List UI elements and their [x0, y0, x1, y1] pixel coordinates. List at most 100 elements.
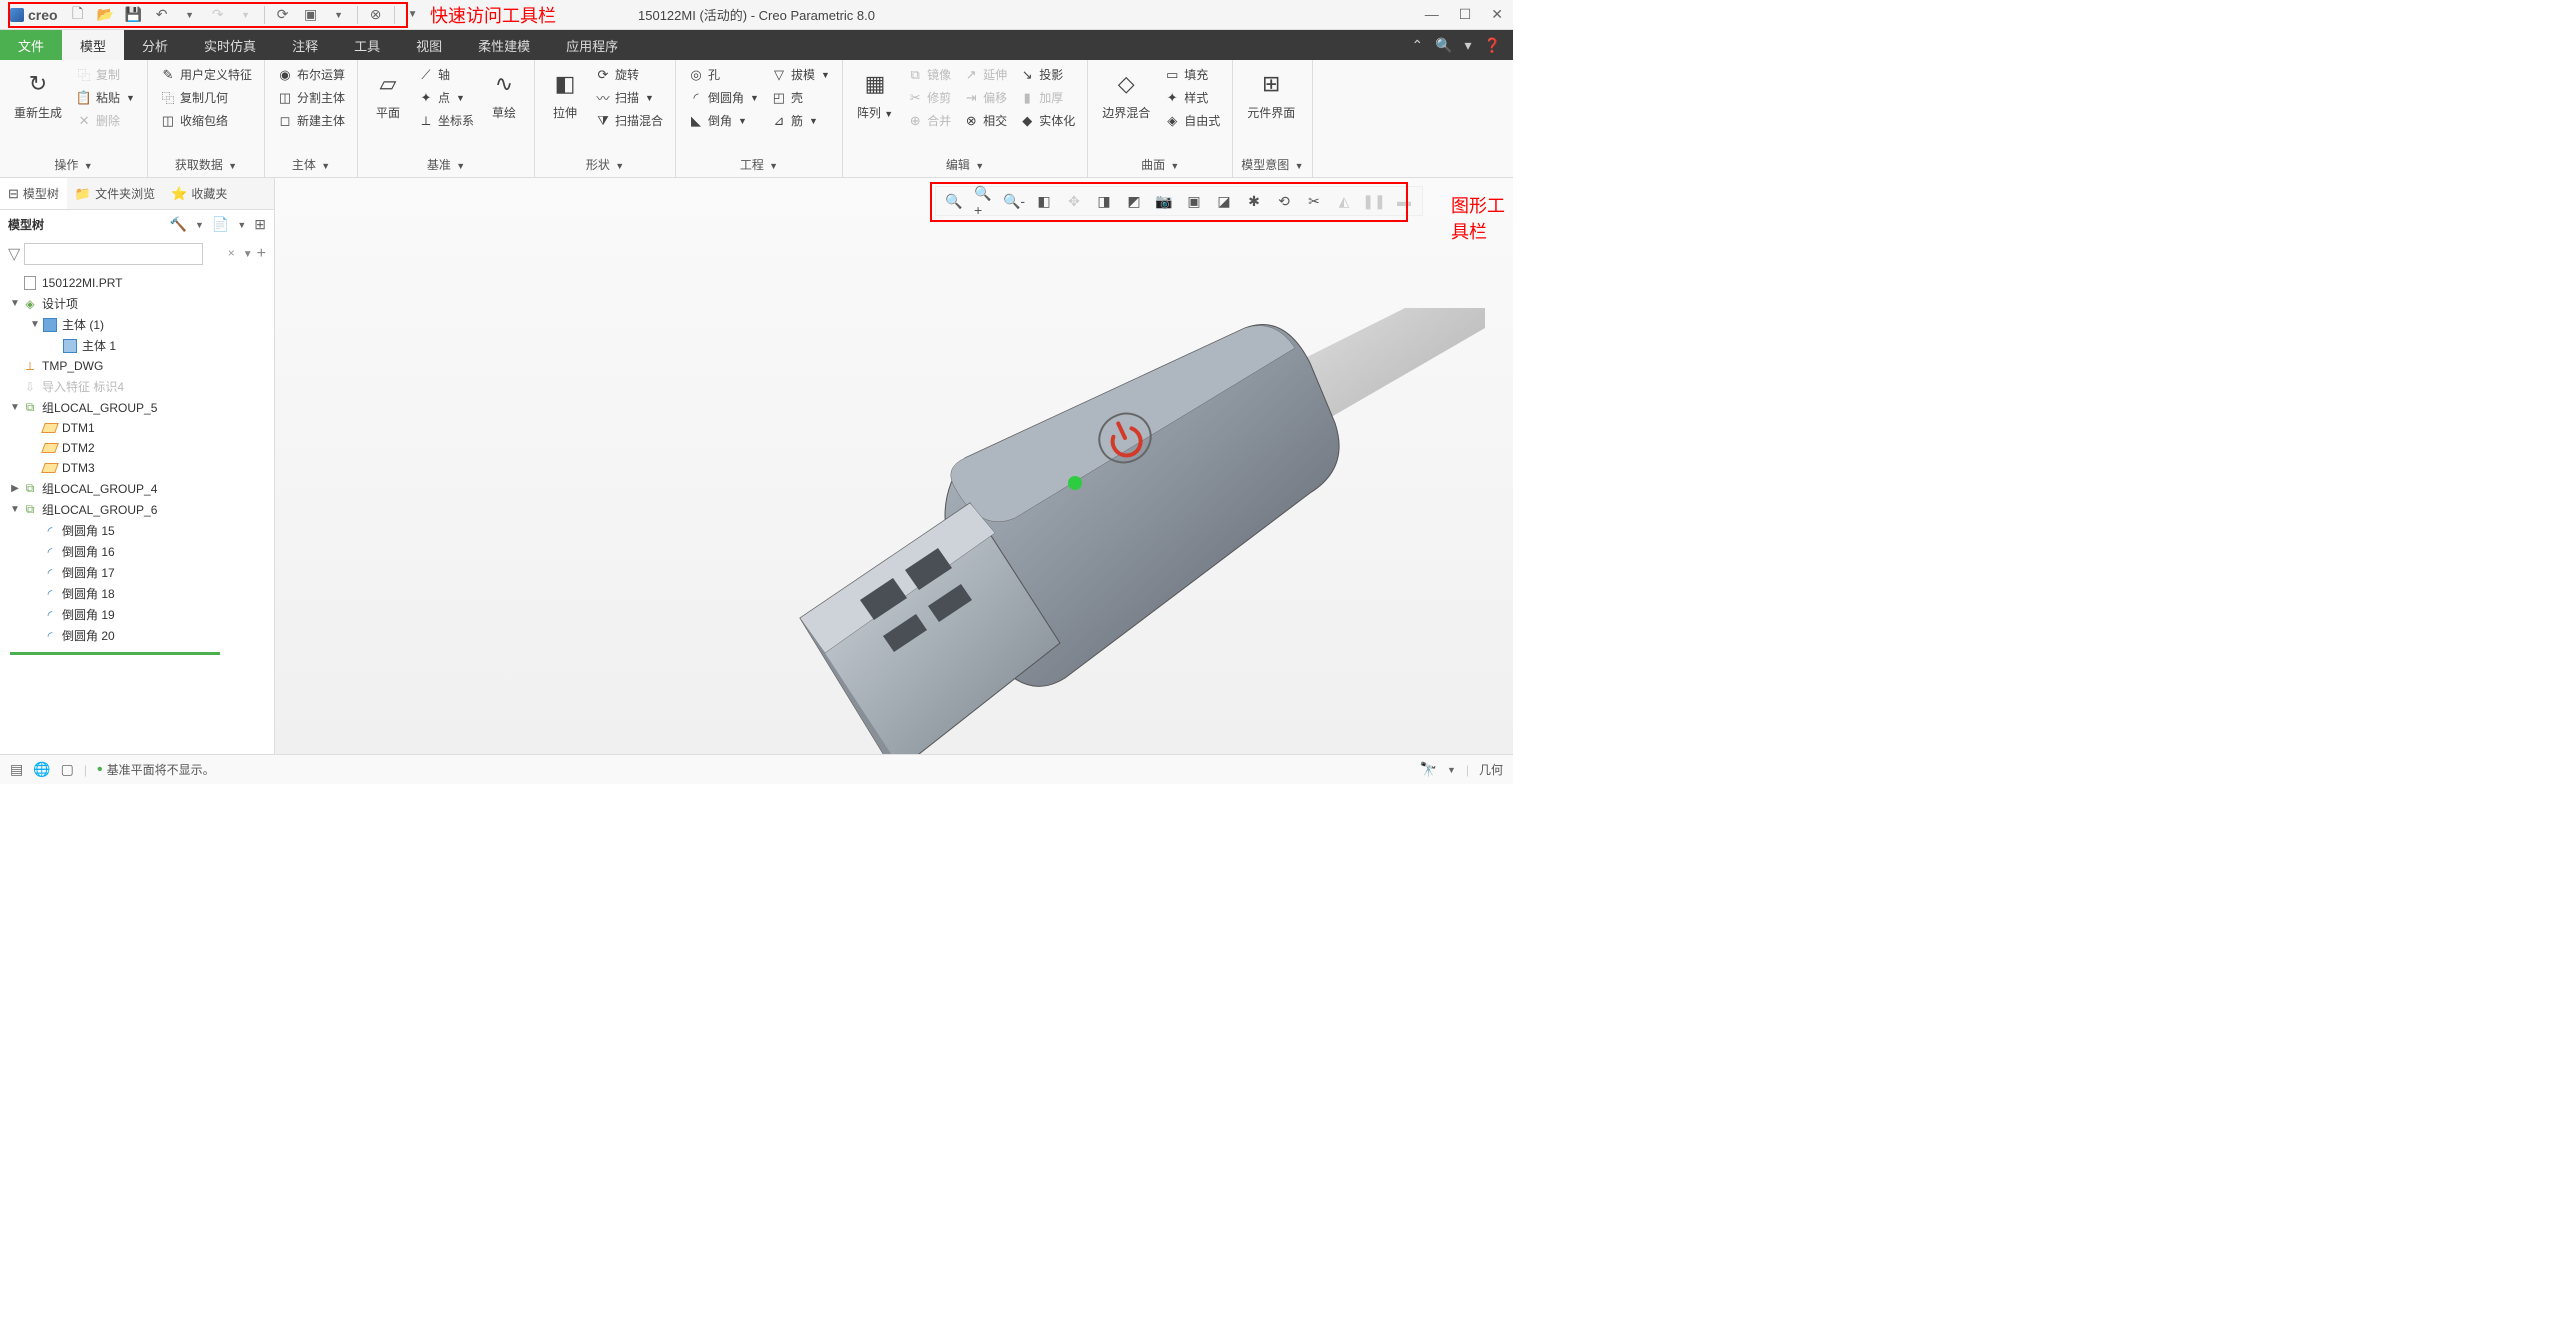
扫描混合-button[interactable]: ⧩扫描混合: [591, 110, 667, 131]
延伸-button[interactable]: ↗延伸: [959, 64, 1011, 85]
tree-node-150122MI.PRT[interactable]: 150122MI.PRT: [0, 273, 274, 293]
自由式-button[interactable]: ◈自由式: [1160, 110, 1224, 131]
file-tab[interactable]: 文件: [0, 30, 62, 60]
壳-button[interactable]: ◰壳: [767, 87, 834, 108]
样式-button[interactable]: ✦样式: [1160, 87, 1224, 108]
tree-settings-icon[interactable]: 📄: [212, 216, 229, 233]
tree-node-导入特征 标识4[interactable]: ⇩导入特征 标识4: [0, 376, 274, 397]
tab-注释[interactable]: 注释: [274, 30, 336, 60]
元件界面-button[interactable]: ⊞元件界面: [1241, 64, 1301, 125]
sb-find-icon[interactable]: 🔭: [1420, 761, 1437, 778]
tree-node-倒圆角 15[interactable]: ◜倒圆角 15: [0, 520, 274, 541]
tree-tools-dropdown-icon[interactable]: ▼: [195, 220, 204, 230]
qat-redo-icon[interactable]: ↷: [208, 5, 228, 25]
相交-button[interactable]: ⊗相交: [959, 110, 1011, 131]
tree-settings-dropdown-icon[interactable]: ▼: [237, 220, 246, 230]
阵列-button[interactable]: ▦阵列 ▼: [851, 64, 899, 125]
tree-node-倒圆角 18[interactable]: ◜倒圆角 18: [0, 583, 274, 604]
轴-button[interactable]: ⟋轴: [414, 64, 478, 85]
qat-regenerate-icon[interactable]: ⟳: [273, 5, 293, 25]
qat-windows-icon[interactable]: ▣: [301, 5, 321, 25]
filter-clear-icon[interactable]: ×: [228, 246, 235, 260]
复制-button[interactable]: ⿻复制: [72, 64, 139, 85]
help-icon[interactable]: ❓: [1484, 37, 1501, 54]
qat-close-icon[interactable]: ⊗: [366, 5, 386, 25]
用户定义特征-button[interactable]: ✎用户定义特征: [156, 64, 256, 85]
重新生成-button[interactable]: ↻重新生成: [8, 64, 68, 125]
旋转-button[interactable]: ⟳旋转: [591, 64, 667, 85]
tree-tools-icon[interactable]: 🔨: [170, 216, 187, 233]
minimize-button[interactable]: —: [1425, 6, 1439, 23]
tree-node-倒圆角 16[interactable]: ◜倒圆角 16: [0, 541, 274, 562]
tree-display-icon[interactable]: ⊞: [254, 216, 266, 233]
tab-模型[interactable]: 模型: [62, 30, 124, 60]
settings-dropdown-icon[interactable]: ▾: [1465, 37, 1472, 54]
tree-node-主体 1[interactable]: 主体 1: [0, 335, 274, 356]
sb-selection-filter[interactable]: 几何: [1479, 761, 1503, 778]
草绘-button[interactable]: ∿草绘: [482, 64, 526, 125]
sb-find-dropdown-icon[interactable]: ▼: [1447, 765, 1456, 775]
扫描-button[interactable]: 〰扫描▼: [591, 87, 667, 108]
sb-layers-icon[interactable]: ▤: [10, 761, 23, 778]
拉伸-button[interactable]: ◧拉伸: [543, 64, 587, 125]
边界混合-button[interactable]: ◇边界混合: [1096, 64, 1156, 125]
tab-实时仿真[interactable]: 实时仿真: [186, 30, 274, 60]
tab-分析[interactable]: 分析: [124, 30, 186, 60]
镜像-button[interactable]: ⧉镜像: [903, 64, 955, 85]
filter-add-icon[interactable]: +: [257, 245, 266, 263]
graphics-canvas[interactable]: 🔍 🔍+ 🔍- ◧ ✥ ◨ ◩ 📷 ▣ ◪ ✱ ⟲ ✂ ◭ ❚❚ ▬ 图形工具栏: [275, 178, 1513, 754]
修剪-button[interactable]: ✂修剪: [903, 87, 955, 108]
删除-button[interactable]: ✕删除: [72, 110, 139, 131]
nav-tab-文件夹浏览[interactable]: 📁文件夹浏览: [67, 178, 163, 209]
填充-button[interactable]: ▭填充: [1160, 64, 1224, 85]
tree-node-组LOCAL_GROUP_6[interactable]: ▼⧉组LOCAL_GROUP_6: [0, 499, 274, 520]
sb-folder-icon[interactable]: ▢: [61, 761, 74, 778]
布尔运算-button[interactable]: ◉布尔运算: [273, 64, 349, 85]
tab-柔性建模[interactable]: 柔性建模: [460, 30, 548, 60]
qat-save-icon[interactable]: 💾: [124, 5, 144, 25]
点-button[interactable]: ✦点▼: [414, 87, 478, 108]
close-button[interactable]: ✕: [1491, 6, 1503, 23]
qat-undo-icon[interactable]: ↶: [152, 5, 172, 25]
tree-node-倒圆角 17[interactable]: ◜倒圆角 17: [0, 562, 274, 583]
tree-node-倒圆角 19[interactable]: ◜倒圆角 19: [0, 604, 274, 625]
偏移-button[interactable]: ⇥偏移: [959, 87, 1011, 108]
加厚-button[interactable]: ▮加厚: [1015, 87, 1079, 108]
qat-windows-dropdown-icon[interactable]: ▼: [329, 5, 349, 25]
tree-node-DTM2[interactable]: DTM2: [0, 438, 274, 458]
tree-node-TMP_DWG[interactable]: ⟂TMP_DWG: [0, 356, 274, 376]
倒角-button[interactable]: ◣倒角▼: [684, 110, 763, 131]
tab-工具[interactable]: 工具: [336, 30, 398, 60]
分割主体-button[interactable]: ◫分割主体: [273, 87, 349, 108]
nav-tab-模型树[interactable]: ⊟模型树: [0, 178, 67, 209]
ribbon-collapse-icon[interactable]: ⌃: [1411, 37, 1423, 54]
qat-open-icon[interactable]: 📂: [96, 5, 116, 25]
qat-redo-dropdown-icon[interactable]: ▼: [236, 5, 256, 25]
sb-browser-icon[interactable]: 🌐: [33, 761, 50, 778]
tree-node-设计项[interactable]: ▼◈设计项: [0, 293, 274, 314]
tab-视图[interactable]: 视图: [398, 30, 460, 60]
筋-button[interactable]: ⊿筋▼: [767, 110, 834, 131]
tab-应用程序[interactable]: 应用程序: [548, 30, 636, 60]
qat-new-icon[interactable]: 🗋: [68, 5, 88, 25]
tree-node-DTM1[interactable]: DTM1: [0, 418, 274, 438]
新建主体-button[interactable]: ◻新建主体: [273, 110, 349, 131]
孔-button[interactable]: ◎孔: [684, 64, 763, 85]
tree-filter-input[interactable]: [24, 243, 203, 265]
倒圆角-button[interactable]: ◜倒圆角▼: [684, 87, 763, 108]
复制几何-button[interactable]: ⿻复制几何: [156, 87, 256, 108]
tree-node-组LOCAL_GROUP_5[interactable]: ▼⧉组LOCAL_GROUP_5: [0, 397, 274, 418]
search-icon[interactable]: 🔍: [1435, 37, 1452, 54]
tree-node-DTM3[interactable]: DTM3: [0, 458, 274, 478]
nav-tab-收藏夹[interactable]: ⭐收藏夹: [163, 178, 235, 209]
合并-button[interactable]: ⊕合并: [903, 110, 955, 131]
平面-button[interactable]: ▱平面: [366, 64, 410, 125]
投影-button[interactable]: ↘投影: [1015, 64, 1079, 85]
拔模-button[interactable]: ▽拔模▼: [767, 64, 834, 85]
坐标系-button[interactable]: ⟂坐标系: [414, 110, 478, 131]
tree-node-倒圆角 20[interactable]: ◜倒圆角 20: [0, 625, 274, 646]
qat-undo-dropdown-icon[interactable]: ▼: [180, 5, 200, 25]
filter-icon[interactable]: ▽: [8, 244, 20, 264]
收缩包络-button[interactable]: ◫收缩包络: [156, 110, 256, 131]
粘贴-button[interactable]: 📋粘贴▼: [72, 87, 139, 108]
